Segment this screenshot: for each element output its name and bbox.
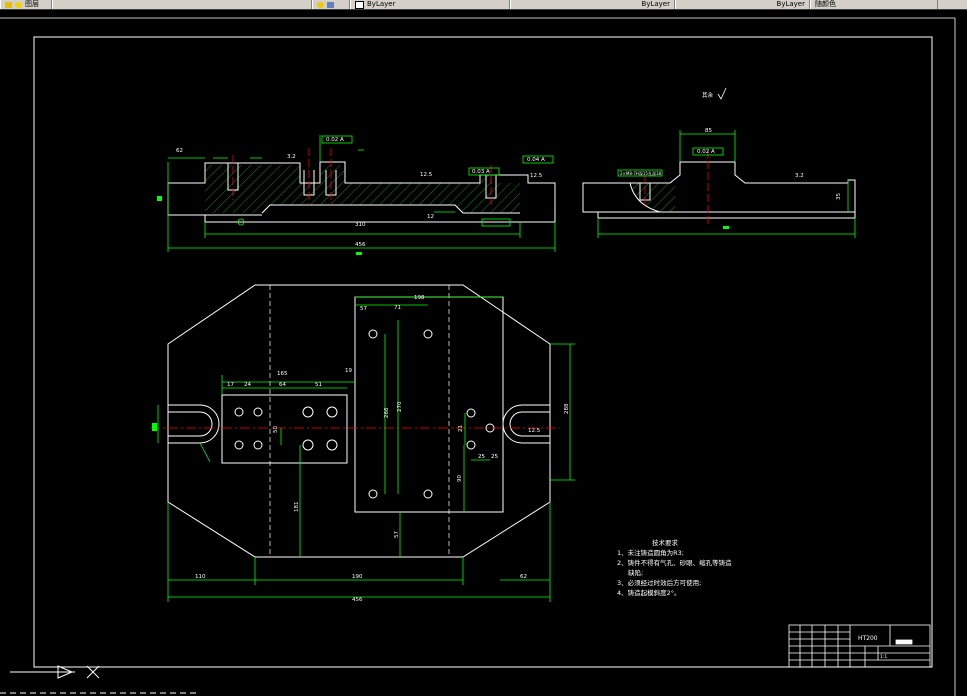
title-block [788, 624, 931, 668]
svg-text:266: 266 [384, 407, 390, 418]
datum-marker-4 [152, 423, 157, 431]
svg-text:270: 270 [397, 401, 403, 412]
svg-text:技术要求: 技术要求 [652, 538, 679, 547]
svg-text:456: 456 [355, 242, 366, 248]
svg-text:310: 310 [355, 222, 366, 228]
svg-text:57: 57 [394, 531, 400, 538]
layer-dropdown[interactable]: 图层 [0, 0, 52, 9]
svg-text:3.2: 3.2 [287, 154, 296, 160]
layer-label: 图层 [25, 0, 39, 8]
svg-text:50: 50 [273, 426, 279, 433]
svg-text:165: 165 [277, 371, 288, 377]
svg-text:3.2: 3.2 [795, 173, 804, 179]
svg-text:456: 456 [352, 597, 363, 603]
lineweight-label: ByLayer [776, 0, 805, 8]
plotstyle-label: 随颜色 [815, 0, 836, 8]
plan-view-hidden-lines [269, 285, 450, 557]
svg-text:190: 190 [352, 574, 363, 580]
linetype-dropdown[interactable]: ByLayer [510, 0, 675, 9]
plan-view [167, 284, 551, 558]
svg-text:198: 198 [414, 295, 425, 301]
layer-state-dropdown[interactable] [52, 0, 312, 9]
svg-text:3、必须经过时效后方可使用;: 3、必须经过时效后方可使用; [617, 578, 701, 587]
svg-text:25: 25 [491, 454, 498, 460]
material-label: HT200 [858, 635, 878, 642]
datum-marker-3 [723, 226, 729, 229]
svg-text:12: 12 [427, 214, 434, 220]
svg-text:缺陷;: 缺陷; [628, 568, 643, 577]
svg-text:57: 57 [360, 306, 367, 312]
drawing-border-outer [33, 36, 933, 668]
svg-text:110: 110 [195, 574, 206, 580]
sun-icon [15, 1, 22, 8]
svg-text:90: 90 [457, 475, 463, 482]
svg-text:62: 62 [176, 148, 183, 154]
svg-text:12.5: 12.5 [420, 172, 433, 178]
svg-text:85: 85 [705, 128, 712, 134]
technical-requirements: 技术要求 1、未注铸造圆角为R3; 2、铸件不得有气孔、砂眼、缩孔等铸造 缺陷;… [617, 538, 732, 597]
svg-text:25: 25 [478, 454, 485, 460]
svg-text:288: 288 [564, 403, 570, 414]
svg-text:0.02 A: 0.02 A [697, 149, 715, 155]
roughness-note: 其余 [702, 91, 714, 99]
svg-text:2、铸件不得有气孔、砂眼、缩孔等铸造: 2、铸件不得有气孔、砂眼、缩孔等铸造 [617, 558, 732, 567]
folder-icon [5, 1, 12, 8]
svg-text:21: 21 [458, 425, 464, 432]
lightbulb-icon [317, 1, 324, 8]
color-label: ByLayer [367, 0, 396, 8]
svg-text:0.02 A: 0.02 A [326, 137, 344, 143]
svg-text:1、未注铸造圆角为R3;: 1、未注铸造圆角为R3; [617, 548, 684, 557]
svg-text:62: 62 [520, 574, 527, 580]
datum-marker [157, 196, 162, 201]
svg-text:0.03 A: 0.03 A [472, 169, 490, 175]
cad-drawing-canvas[interactable]: 62 3.2 12.5 12.5 310 12 456 0.02 A 0.03 … [0, 10, 967, 696]
plan-view-dimensions [157, 296, 575, 602]
svg-text:2×M8-7H深15孔深18: 2×M8-7H深15孔深18 [620, 170, 662, 176]
layer-tools[interactable] [312, 0, 350, 9]
plan-holes [234, 329, 495, 499]
svg-text:12.5: 12.5 [530, 173, 543, 179]
datum-marker-2 [356, 252, 362, 255]
scale-label: 1:1 [880, 654, 887, 660]
ucs-icon [10, 665, 100, 679]
linetype-label: ByLayer [641, 0, 670, 8]
color-swatch-icon [355, 0, 364, 9]
svg-text:17: 17 [227, 382, 234, 388]
svg-text:0.04 A: 0.04 A [527, 157, 545, 163]
svg-text:19: 19 [345, 368, 352, 374]
svg-text:12.5: 12.5 [528, 428, 541, 434]
svg-text:51: 51 [315, 382, 322, 388]
plotstyle-dropdown[interactable]: 随颜色 [810, 0, 938, 9]
color-dropdown[interactable]: ByLayer [350, 0, 510, 9]
svg-text:4、铸造起模斜度2°。: 4、铸造起模斜度2°。 [617, 588, 681, 597]
layer-stack-icon [327, 1, 334, 8]
svg-text:181: 181 [294, 502, 300, 513]
svg-text:24: 24 [244, 382, 251, 388]
roughness-symbol [717, 87, 727, 100]
svg-text:71: 71 [394, 305, 401, 311]
svg-text:35: 35 [836, 193, 842, 200]
lineweight-dropdown[interactable]: ByLayer [675, 0, 810, 9]
front-section-view [167, 161, 556, 223]
svg-text:64: 64 [279, 382, 286, 388]
